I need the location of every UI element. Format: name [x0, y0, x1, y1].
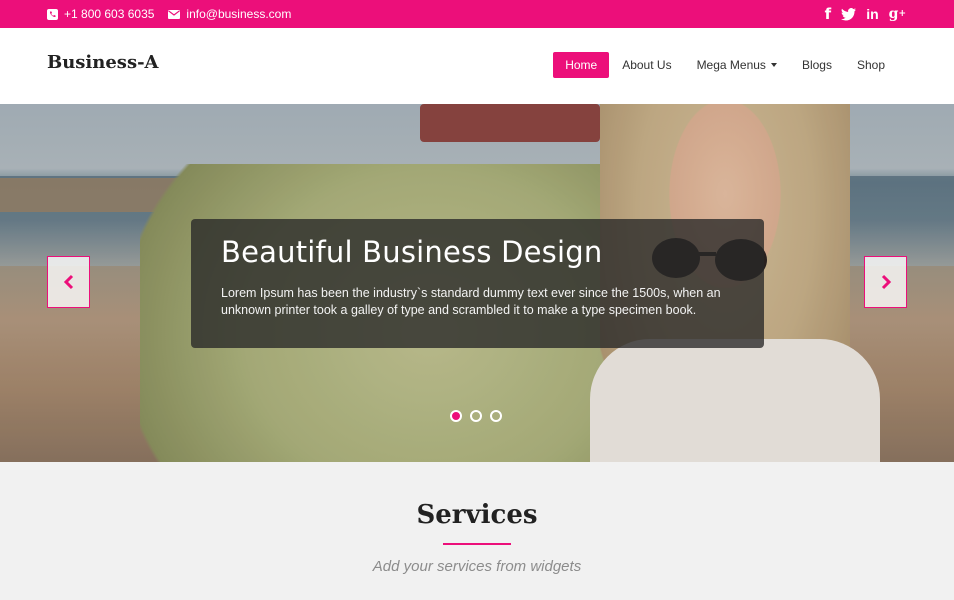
phone-contact[interactable]: +1 800 603 6035 [47, 7, 154, 21]
nav-blogs[interactable]: Blogs [790, 52, 844, 78]
chevron-right-icon [881, 274, 891, 290]
services-section: Services Add your services from widgets [0, 462, 954, 600]
slider-dot-1[interactable] [450, 410, 462, 422]
slide-title: Beautiful Business Design [221, 235, 603, 269]
caret-down-icon [770, 63, 777, 67]
services-title: Services [416, 500, 538, 530]
chevron-left-icon [63, 274, 73, 290]
nav-shop[interactable]: Shop [845, 52, 897, 78]
main-nav: Home About Us Mega Menus Blogs Shop [552, 52, 897, 78]
slide-caption: Beautiful Business Design Lorem Ipsum ha… [191, 219, 764, 348]
nav-mega-menus[interactable]: Mega Menus [685, 52, 789, 78]
email-contact[interactable]: info@business.com [168, 7, 291, 21]
hero-slider: Beautiful Business Design Lorem Ipsum ha… [0, 104, 954, 462]
nav-about-us[interactable]: About Us [610, 52, 683, 78]
email-address: info@business.com [186, 7, 292, 21]
nav-blogs-label: Blogs [801, 58, 832, 72]
nav-home-label: Home [565, 58, 598, 72]
slide-text: Lorem Ipsum has been the industry`s stan… [221, 286, 721, 317]
slider-prev-button[interactable] [47, 256, 90, 308]
google-plus-icon[interactable]: g + [889, 5, 906, 23]
twitter-icon[interactable] [841, 5, 857, 23]
title-divider [443, 543, 511, 545]
top-bar: +1 800 603 6035 info@business.com f in g… [0, 0, 954, 28]
nav-about-us-label: About Us [622, 58, 672, 72]
slider-dot-2[interactable] [470, 410, 482, 422]
phone-number: +1 800 603 6035 [64, 7, 155, 21]
nav-mega-menus-label: Mega Menus [696, 58, 766, 72]
slider-dot-3[interactable] [490, 410, 502, 422]
envelope-icon [168, 9, 181, 19]
services-subtitle: Add your services from widgets [372, 558, 582, 575]
contact-info: +1 800 603 6035 info@business.com [47, 7, 305, 21]
facebook-icon[interactable]: f [825, 5, 832, 23]
site-header: Business-A Home About Us Mega Menus Blog… [0, 28, 954, 104]
linkedin-icon[interactable]: in [866, 5, 878, 23]
site-logo[interactable]: Business-A [47, 52, 159, 73]
nav-home[interactable]: Home [553, 52, 610, 78]
social-links: f in g + [815, 5, 906, 23]
phone-icon [47, 8, 58, 20]
slider-pagination [450, 410, 510, 422]
nav-shop-label: Shop [856, 58, 885, 72]
slider-next-button[interactable] [864, 256, 907, 308]
